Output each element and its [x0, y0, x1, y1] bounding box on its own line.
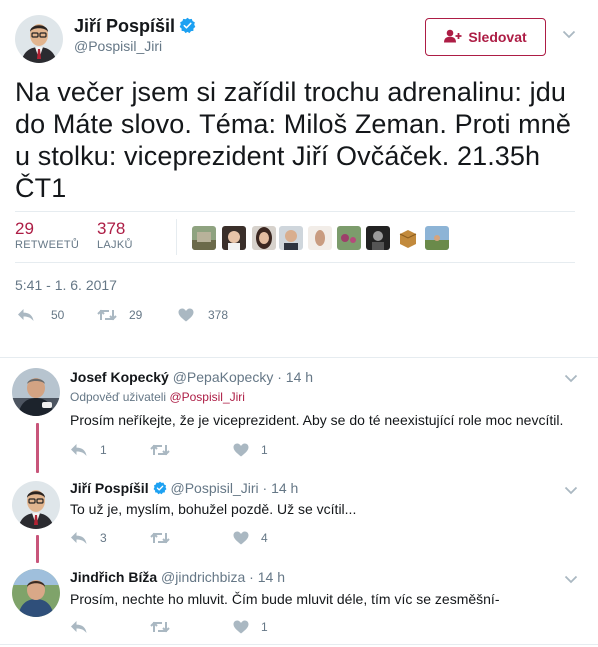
reply-count: 1 — [100, 443, 107, 457]
like-count: 1 — [261, 620, 268, 634]
heart-icon — [233, 620, 249, 634]
reply-avatar[interactable] — [12, 368, 60, 416]
stats-top-divider — [15, 211, 575, 212]
stats-separator — [176, 219, 177, 255]
verified-badge-icon — [179, 17, 196, 39]
follow-button-label: Sledovat — [468, 29, 527, 45]
like-action[interactable]: 1 — [233, 620, 268, 634]
reply-context-prefix: Odpověď uživateli — [70, 390, 167, 404]
reply-context: Odpověď uživateli @Pospisil_Jiri — [70, 390, 245, 404]
reply-author-handle[interactable]: @Pospisil_Jiri — [170, 480, 258, 496]
tweet-text: Na večer jsem si zařídil trochu adrenali… — [15, 77, 572, 203]
likes-stat[interactable]: 378 LAJKŮ — [97, 219, 133, 251]
reply-header: Jindřich Bíža @jindrichbiza · 14 h — [70, 569, 285, 585]
reply-header: Jiří Pospíšil @Pospisil_Jiri · 14 h — [70, 480, 298, 498]
like-action[interactable]: 378 — [178, 308, 228, 322]
reply-text: Prosím, nechte ho mluvit. Čím bude mluvi… — [70, 591, 500, 607]
reply-author-name[interactable]: Jiří Pospíšil — [70, 480, 149, 496]
retweet-action[interactable]: 29 — [97, 308, 142, 322]
liker-avatar[interactable] — [308, 226, 332, 250]
retweet-icon — [150, 443, 170, 457]
replies-border — [0, 357, 598, 358]
reply-author-handle[interactable]: @jindrichbiza — [161, 569, 245, 585]
reply-time[interactable]: 14 h — [258, 569, 285, 585]
reply-count: 3 — [100, 531, 107, 545]
reply-action[interactable] — [70, 620, 96, 634]
like-count: 1 — [261, 443, 268, 457]
follow-button[interactable]: Sledovat — [425, 18, 546, 56]
stats-bottom-divider — [15, 262, 575, 263]
reply-text: To už je, myslím, bohužel pozdě. Už se v… — [70, 501, 357, 517]
retweet-icon — [97, 308, 117, 322]
like-count: 378 — [208, 308, 229, 322]
liker-avatar[interactable] — [222, 226, 246, 250]
author-handle[interactable]: @Pospisil_Jiri — [74, 38, 162, 54]
verified-badge-icon — [153, 481, 167, 498]
bottom-border — [0, 644, 598, 645]
liker-avatar[interactable] — [252, 226, 276, 250]
retweets-label: RETWEETŮ — [15, 239, 80, 251]
reply-count: 50 — [51, 308, 65, 322]
tweet-timestamp[interactable]: 5:41 - 1. 6. 2017 — [15, 277, 117, 293]
chevron-down-icon[interactable] — [562, 26, 576, 43]
reply-icon — [17, 308, 35, 322]
retweets-count: 29 — [15, 219, 34, 238]
reply-author-name[interactable]: Jindřich Bíža — [70, 569, 157, 585]
reply-time[interactable]: 14 h — [271, 480, 298, 496]
like-count: 4 — [261, 531, 268, 545]
follow-user-icon — [444, 29, 462, 46]
heart-icon — [233, 531, 249, 545]
chevron-down-icon[interactable] — [564, 370, 578, 388]
thread-connector — [36, 535, 39, 563]
reply-action[interactable]: 1 — [70, 443, 107, 457]
retweet-count: 29 — [129, 308, 143, 322]
thread-connector — [36, 423, 39, 473]
reply-action[interactable]: 3 — [70, 531, 107, 545]
liker-avatar[interactable] — [337, 226, 361, 250]
reply-time[interactable]: 14 h — [286, 369, 313, 385]
reply-action[interactable]: 50 — [17, 308, 64, 322]
retweets-stat[interactable]: 29 RETWEETŮ — [15, 219, 79, 251]
reply-avatar[interactable] — [12, 481, 60, 529]
reply-header: Josef Kopecký @PepaKopecky · 14 h — [70, 369, 313, 385]
reply-icon — [70, 443, 88, 457]
reply-text: Prosím neříkejte, že je viceprezident. A… — [70, 412, 564, 428]
retweet-icon — [150, 531, 170, 545]
retweet-action[interactable] — [150, 620, 178, 634]
reply-author-name[interactable]: Josef Kopecký — [70, 369, 169, 385]
liker-avatar[interactable] — [366, 226, 390, 250]
reply-context-mention[interactable]: @Pospisil_Jiri — [169, 390, 245, 404]
chevron-down-icon[interactable] — [564, 482, 578, 500]
liker-avatar[interactable] — [279, 226, 303, 250]
author-avatar[interactable] — [15, 15, 63, 63]
reply-author-handle[interactable]: @PepaKopecky — [173, 369, 274, 385]
heart-icon — [233, 443, 249, 457]
chevron-down-icon[interactable] — [564, 571, 578, 589]
reply-avatar[interactable] — [12, 569, 60, 617]
retweet-action[interactable] — [150, 531, 178, 545]
likes-label: LAJKŮ — [97, 239, 133, 251]
liker-avatar[interactable] — [192, 226, 216, 250]
retweet-action[interactable] — [150, 443, 178, 457]
dot-separator: · — [277, 369, 282, 385]
author-name-text[interactable]: Jiří Pospíšil — [74, 16, 175, 36]
reply-icon — [70, 531, 88, 545]
likes-count: 378 — [97, 219, 126, 238]
liker-avatar[interactable] — [396, 226, 420, 250]
liker-avatar[interactable] — [425, 226, 449, 250]
like-action[interactable]: 1 — [233, 443, 268, 457]
reply-icon — [70, 620, 88, 634]
author-name[interactable]: Jiří Pospíšil — [74, 16, 196, 39]
dot-separator: · — [249, 569, 254, 585]
dot-separator: · — [262, 480, 268, 496]
like-action[interactable]: 4 — [233, 531, 268, 545]
retweet-icon — [150, 620, 170, 634]
heart-icon — [178, 308, 194, 322]
